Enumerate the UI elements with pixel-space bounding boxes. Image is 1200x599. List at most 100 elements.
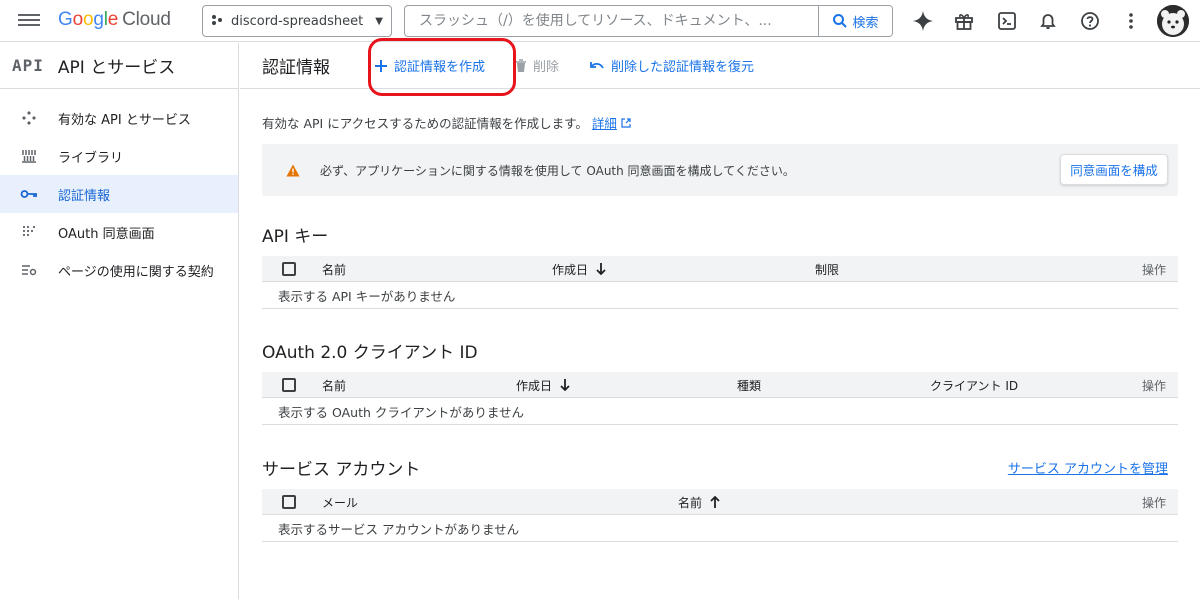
logo-letter: e xyxy=(107,9,119,30)
select-all-cell xyxy=(282,372,296,398)
notice-text: 必ず、アプリケーションに関する情報を使用して OAuth 同意画面を構成してくだ… xyxy=(320,163,795,178)
column-created[interactable]: 作成日 xyxy=(552,256,606,282)
manage-service-accounts-link[interactable]: サービス アカウントを管理 xyxy=(1008,458,1168,477)
column-name[interactable]: 名前 xyxy=(322,372,346,398)
project-name: discord-spreadsheet xyxy=(231,13,364,29)
search-icon xyxy=(833,14,848,28)
restore-deleted-credentials-button[interactable]: 削除した認証情報を復元 xyxy=(589,56,754,75)
api-keys-title: API キー xyxy=(262,227,329,247)
undo-icon xyxy=(590,61,604,69)
oauth-clients-table: 名前 作成日 種類 クライアント ID 操作 表示する OAuth クライアント… xyxy=(262,372,1178,425)
gift-icon[interactable] xyxy=(951,8,977,34)
trash-icon xyxy=(516,58,527,72)
empty-row: 表示する OAuth クライアントがありません xyxy=(262,398,1178,425)
logo-letter: g xyxy=(93,9,104,30)
oauth-title: OAuth 2.0 クライアント ID xyxy=(262,343,478,363)
external-link-icon xyxy=(621,118,631,128)
project-selector[interactable]: discord-spreadsheet ▼ xyxy=(202,5,392,37)
more-vert-icon[interactable] xyxy=(1118,8,1144,34)
page-title: 認証情報 xyxy=(262,58,330,78)
project-icon xyxy=(211,14,223,29)
column-restrictions[interactable]: 制限 xyxy=(815,256,839,282)
sidebar-header: API API とサービス xyxy=(0,43,238,89)
gemini-icon[interactable] xyxy=(910,8,936,34)
delete-label: 削除 xyxy=(533,60,560,75)
menu-icon[interactable] xyxy=(18,11,40,31)
logo-letter: G xyxy=(58,9,73,30)
column-label: 作成日 xyxy=(516,378,553,393)
avatar[interactable] xyxy=(1157,5,1189,37)
empty-row: 表示する API キーがありません xyxy=(262,282,1178,309)
api-badge-icon: API xyxy=(12,56,44,75)
sidebar: API API とサービス 有効な API とサービス ライブラリ 認証情報 O… xyxy=(0,43,239,599)
table-header: メール 名前 操作 xyxy=(262,489,1178,515)
column-created[interactable]: 作成日 xyxy=(516,372,570,398)
delete-button[interactable]: 削除 xyxy=(515,56,559,75)
empty-row: 表示するサービス アカウントがありません xyxy=(262,515,1178,542)
configure-consent-screen-button[interactable]: 同意画面を構成 xyxy=(1060,154,1168,185)
select-all-checkbox[interactable] xyxy=(282,262,296,276)
search-button[interactable]: 検索 xyxy=(818,6,892,36)
service-accounts-title: サービス アカウント xyxy=(262,460,421,480)
description-text: 有効な API にアクセスするための認証情報を作成します。 xyxy=(262,116,588,131)
settings-list-icon xyxy=(20,261,38,279)
sidebar-item-label: ライブラリ xyxy=(58,150,124,166)
sidebar-item-label: ページの使用に関する契約 xyxy=(58,264,214,280)
sidebar-item-page-usage-agreements[interactable]: ページの使用に関する契約 xyxy=(0,251,238,289)
google-cloud-logo[interactable]: Google Cloud xyxy=(58,9,171,31)
consent-notice: 必ず、アプリケーションに関する情報を使用して OAuth 同意画面を構成してくだ… xyxy=(262,144,1178,196)
column-actions: 操作 xyxy=(1141,378,1166,393)
top-bar: GoogleCloud discord-spreadsheet ▼ 検索 xyxy=(0,0,1200,42)
logo-cloud-text: Cloud xyxy=(122,9,171,30)
bell-icon[interactable] xyxy=(1035,8,1061,34)
sidebar-item-enabled-apis[interactable]: 有効な API とサービス xyxy=(0,99,238,137)
key-icon xyxy=(20,185,38,203)
select-all-cell xyxy=(282,489,296,515)
column-label: 作成日 xyxy=(552,262,589,277)
select-all-cell xyxy=(282,256,296,282)
logo-letter: o xyxy=(72,9,84,30)
main-content: 認証情報 認証情報を作成 削除 削除した認証情報を復元 有効な API にアクセ… xyxy=(240,38,1200,599)
sidebar-item-oauth-consent[interactable]: OAuth 同意画面 xyxy=(0,213,238,251)
warning-icon xyxy=(286,164,300,176)
search-input[interactable] xyxy=(405,6,818,36)
api-icon xyxy=(20,109,38,127)
table-header: 名前 作成日 種類 クライアント ID 操作 xyxy=(262,372,1178,398)
arrow-down-icon xyxy=(560,379,570,391)
column-email[interactable]: メール xyxy=(322,489,358,515)
select-all-checkbox[interactable] xyxy=(282,495,296,509)
oauth-icon xyxy=(20,223,38,241)
logo-letter: o xyxy=(82,9,94,30)
column-actions: 操作 xyxy=(1141,262,1166,277)
column-name[interactable]: 名前 xyxy=(322,256,346,282)
sidebar-item-library[interactable]: ライブラリ xyxy=(0,137,238,175)
arrow-down-icon xyxy=(596,263,606,275)
restore-label: 削除した認証情報を復元 xyxy=(611,60,755,75)
search-button-label: 検索 xyxy=(852,15,879,31)
column-client-id[interactable]: クライアント ID xyxy=(930,372,1018,398)
search-bar: 検索 xyxy=(404,5,893,37)
api-keys-table: 名前 作成日 制限 操作 表示する API キーがありません xyxy=(262,256,1178,309)
arrow-up-icon xyxy=(710,496,720,508)
sidebar-title: API とサービス xyxy=(57,58,176,78)
select-all-checkbox[interactable] xyxy=(282,378,296,392)
page-header: 認証情報 認証情報を作成 削除 削除した認証情報を復元 xyxy=(240,38,1200,96)
column-label: 名前 xyxy=(678,495,703,510)
sidebar-item-label: 有効な API とサービス xyxy=(58,112,191,128)
cloud-shell-icon[interactable] xyxy=(994,8,1020,34)
table-header: 名前 作成日 制限 操作 xyxy=(262,256,1178,282)
column-name[interactable]: 名前 xyxy=(678,489,720,515)
column-actions: 操作 xyxy=(1141,495,1166,510)
learn-more-link[interactable]: 詳細 xyxy=(592,116,617,131)
dropdown-caret-icon: ▼ xyxy=(375,15,383,27)
help-icon[interactable] xyxy=(1077,8,1103,34)
sidebar-nav: 有効な API とサービス ライブラリ 認証情報 OAuth 同意画面 ページの… xyxy=(0,89,238,289)
highlight-annotation xyxy=(368,38,516,96)
sidebar-item-label: OAuth 同意画面 xyxy=(58,226,155,242)
service-accounts-table: メール 名前 操作 表示するサービス アカウントがありません xyxy=(262,489,1178,542)
column-type[interactable]: 種類 xyxy=(737,372,761,398)
library-icon xyxy=(20,147,38,165)
sidebar-item-label: 認証情報 xyxy=(58,188,111,204)
page-description: 有効な API にアクセスするための認証情報を作成します。 詳細 xyxy=(262,113,631,132)
sidebar-item-credentials[interactable]: 認証情報 xyxy=(0,175,238,213)
